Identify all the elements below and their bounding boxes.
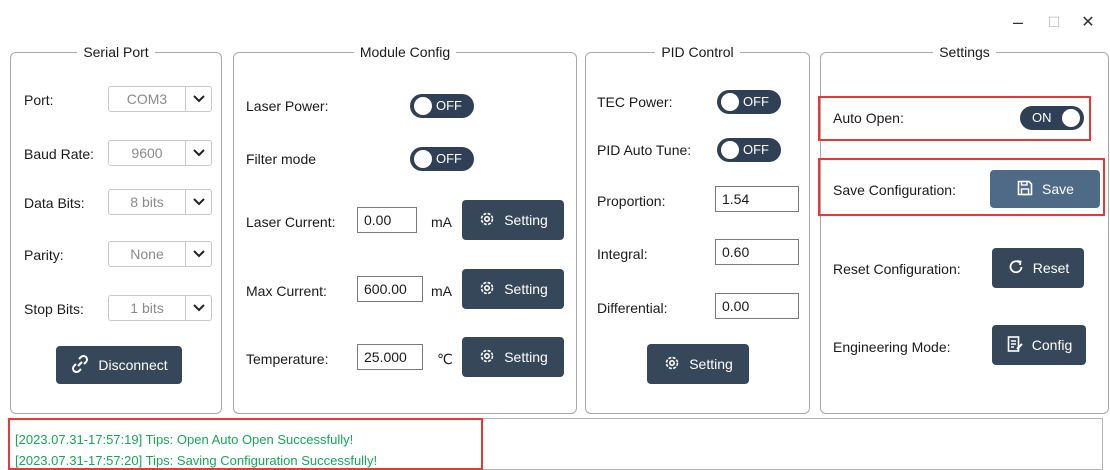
setting-label: Setting <box>504 349 548 365</box>
data-bits-value: 8 bits <box>130 194 164 210</box>
config-label: Config <box>1031 337 1073 353</box>
gear-icon <box>478 279 496 300</box>
reset-label: Reset <box>1032 260 1070 276</box>
chevron-down-icon <box>185 87 211 111</box>
baud-rate-value: 9600 <box>131 145 163 161</box>
pid-auto-tune-toggle[interactable]: OFF <box>717 138 781 162</box>
save-button[interactable]: Save <box>990 170 1100 208</box>
stop-bits-label: Stop Bits: <box>24 301 84 317</box>
filter-mode-label: Filter mode <box>246 151 317 167</box>
setting-label: Setting <box>504 212 548 228</box>
settings-title: Settings <box>939 44 990 60</box>
gear-icon <box>478 210 496 231</box>
reset-button[interactable]: Reset <box>992 248 1084 288</box>
serial-port-title: Serial Port <box>83 44 149 60</box>
toggle-knob <box>414 97 432 115</box>
module-config-title: Module Config <box>359 44 451 60</box>
laser-power-toggle[interactable]: OFF <box>410 94 474 118</box>
parity-select[interactable]: None <box>108 241 212 267</box>
stop-bits-value: 1 bits <box>130 300 164 316</box>
laser-current-label: Laser Current: <box>246 214 336 230</box>
filter-mode-state: OFF <box>436 151 462 166</box>
baud-rate-select[interactable]: 9600 <box>108 140 212 166</box>
laser-power-state: OFF <box>436 98 462 113</box>
chevron-down-icon <box>185 296 211 320</box>
port-select[interactable]: COM3 <box>108 86 212 112</box>
link-icon <box>70 354 90 377</box>
log-line: [2023.07.31-17:57:20] Tips: Saving Confi… <box>15 453 378 468</box>
refresh-icon <box>1007 258 1025 279</box>
setting-label: Setting <box>689 356 733 372</box>
temperature-setting-button[interactable]: Setting <box>462 337 564 377</box>
filter-mode-toggle[interactable]: OFF <box>410 147 474 171</box>
max-current-input[interactable]: 600.00 <box>357 276 423 302</box>
temperature-unit: ℃ <box>437 351 453 367</box>
save-configuration-label: Save Configuration: <box>833 182 956 198</box>
gear-icon <box>478 347 496 368</box>
toggle-knob <box>721 93 739 111</box>
chevron-down-icon <box>185 190 211 214</box>
data-bits-select[interactable]: 8 bits <box>108 189 212 215</box>
proportion-input[interactable]: 1.54 <box>715 186 799 212</box>
save-label: Save <box>1042 181 1074 197</box>
chevron-down-icon <box>185 141 211 165</box>
laser-power-label: Laser Power: <box>246 98 329 114</box>
document-edit-icon <box>1006 335 1024 356</box>
disconnect-button[interactable]: Disconnect <box>56 346 182 384</box>
max-current-setting-button[interactable]: Setting <box>462 269 564 309</box>
laser-current-input[interactable]: 0.00 <box>357 207 417 233</box>
max-current-unit: mA <box>431 283 452 299</box>
toggle-knob <box>414 150 432 168</box>
log-panel[interactable]: [2023.07.31-17:57:19] Tips: Open Auto Op… <box>8 418 1103 470</box>
engineering-mode-label: Engineering Mode: <box>833 339 951 355</box>
tec-power-state: OFF <box>743 94 769 109</box>
integral-label: Integral: <box>597 246 648 262</box>
differential-label: Differential: <box>597 300 668 316</box>
log-line: [2023.07.31-17:57:19] Tips: Open Auto Op… <box>15 432 354 447</box>
port-label: Port: <box>24 92 54 108</box>
temperature-label: Temperature: <box>246 351 329 367</box>
chevron-down-icon <box>185 242 211 266</box>
toggle-knob <box>1062 109 1080 127</box>
differential-input[interactable]: 0.00 <box>715 293 799 319</box>
maximize-button[interactable]: ☐ <box>1040 10 1068 34</box>
gear-icon <box>663 354 681 375</box>
data-bits-label: Data Bits: <box>24 195 85 211</box>
minimize-button[interactable]: – <box>1004 10 1032 34</box>
pid-control-title: PID Control <box>661 44 734 60</box>
pid-setting-button[interactable]: Setting <box>647 344 749 384</box>
parity-value: None <box>130 246 164 262</box>
auto-open-state: ON <box>1032 110 1052 125</box>
save-icon <box>1016 179 1034 200</box>
temperature-input[interactable]: 25.000 <box>357 344 423 370</box>
reset-configuration-label: Reset Configuration: <box>833 261 961 277</box>
pid-auto-tune-state: OFF <box>743 142 769 157</box>
tec-power-label: TEC Power: <box>597 94 673 110</box>
auto-open-label: Auto Open: <box>833 110 904 126</box>
laser-current-setting-button[interactable]: Setting <box>462 200 564 240</box>
baud-rate-label: Baud Rate: <box>24 146 95 162</box>
stop-bits-select[interactable]: 1 bits <box>108 295 212 321</box>
proportion-label: Proportion: <box>597 193 666 209</box>
tec-power-toggle[interactable]: OFF <box>717 90 781 114</box>
close-button[interactable]: ✕ <box>1074 10 1102 34</box>
setting-label: Setting <box>504 281 548 297</box>
disconnect-label: Disconnect <box>98 357 168 373</box>
toggle-knob <box>721 141 739 159</box>
pid-auto-tune-label: PID Auto Tune: <box>597 142 692 158</box>
auto-open-toggle[interactable]: ON <box>1020 106 1084 130</box>
config-button[interactable]: Config <box>992 325 1086 365</box>
port-value: COM3 <box>126 91 168 107</box>
laser-current-unit: mA <box>431 214 452 230</box>
integral-input[interactable]: 0.60 <box>715 239 799 265</box>
parity-label: Parity: <box>24 247 64 263</box>
max-current-label: Max Current: <box>246 283 327 299</box>
